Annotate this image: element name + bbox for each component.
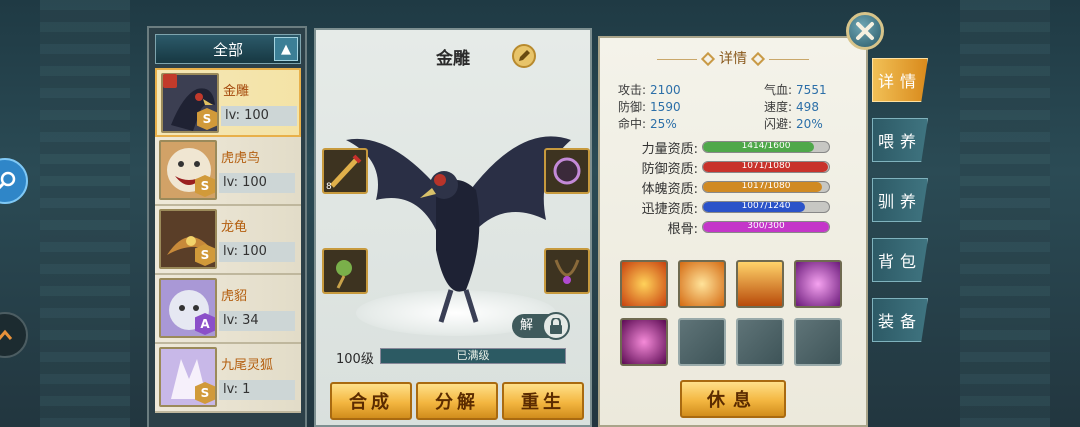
close-icon	[856, 22, 874, 40]
grade-badge: S	[197, 108, 217, 130]
aptitude-bar: 1007/1240	[702, 201, 830, 213]
tab-train[interactable]: 驯养	[872, 178, 928, 222]
grade-badge: S	[195, 175, 215, 197]
skill-claw-icon[interactable]	[620, 318, 668, 366]
pet-name: 龙龟	[221, 220, 248, 235]
aptitude-label: 根骨:	[667, 222, 698, 237]
filter-label: 全部	[212, 40, 243, 59]
pet-list: 金雕 lv: 100 S 虎虎鸟 lv: 100 S 龙龟 lv: 100 S …	[155, 68, 301, 413]
combine-button[interactable]: 合成	[330, 382, 412, 420]
side-search-button[interactable]	[0, 158, 28, 204]
aptitude-value: 300/300	[747, 221, 785, 231]
filter-dropdown[interactable]: 全部 ▲	[155, 34, 301, 64]
skill-flame-pillar-icon[interactable]	[736, 260, 784, 308]
stat-attack: 攻击: 2100	[618, 83, 681, 97]
stat-hp: 气血: 7551	[764, 83, 827, 97]
aptitude-bar: 1414/1600	[702, 141, 830, 153]
pet-display-panel: 金雕 8 解 100级 已满级 合成 分解 重生	[314, 28, 592, 427]
pet-name: 金雕	[223, 84, 250, 99]
aptitude-row: 体魄资质: 1017/1080	[618, 178, 838, 198]
unlock-label: 解	[520, 318, 534, 333]
skill-fire-burst-icon[interactable]	[620, 260, 668, 308]
edit-icon[interactable]	[512, 44, 536, 68]
pet-model-eagle	[346, 136, 571, 323]
chevron-up-icon	[0, 329, 13, 340]
level-label: 100级	[336, 352, 374, 367]
level-progress-bar: 已满级	[380, 348, 566, 364]
skill-slot-empty[interactable]	[678, 318, 726, 366]
skill-slot-empty[interactable]	[736, 318, 784, 366]
pet-level: lv: 1	[219, 380, 295, 400]
aptitude-label: 体魄资质:	[641, 182, 698, 197]
stat-speed: 速度: 498	[764, 100, 819, 114]
search-icon	[0, 171, 16, 190]
aptitude-label: 防御资质:	[641, 162, 698, 177]
grade-badge: S	[195, 382, 215, 404]
close-button[interactable]	[846, 12, 884, 50]
equip-slot-armor[interactable]	[544, 148, 590, 194]
decompose-button[interactable]: 分解	[416, 382, 498, 420]
pet-level: lv: 34	[219, 311, 295, 331]
aptitude-bar: 300/300	[702, 221, 830, 233]
aptitude-row: 力量资质: 1414/1600	[618, 138, 838, 158]
equip-slot-accessory[interactable]	[322, 248, 368, 294]
tab-equip[interactable]: 装备	[872, 298, 928, 342]
pet-name: 虎貂	[221, 289, 248, 304]
tab-feed[interactable]: 喂养	[872, 118, 928, 162]
pet-name-title: 金雕	[436, 49, 470, 69]
pet-list-item[interactable]: 九尾灵狐 lv: 1 S	[155, 344, 301, 413]
aptitude-bar: 1017/1080	[702, 181, 830, 193]
aptitude-value: 1017/1080	[741, 181, 791, 191]
aptitude-value: 1071/1080	[741, 161, 791, 171]
pet-name: 虎虎鸟	[221, 151, 261, 166]
grade-badge: A	[195, 313, 215, 335]
detail-panel: 详情 攻击: 2100 气血: 7551 防御: 1590 速度: 498 命中: 25%…	[598, 36, 868, 427]
grade-badge: S	[195, 244, 215, 266]
pet-level: lv: 100	[221, 106, 297, 126]
pet-list-panel: 全部 ▲ 金雕 lv: 100 S 虎虎鸟 lv: 100 S 龙龟 lv: 1…	[147, 26, 307, 427]
rest-button[interactable]: 休息	[680, 380, 786, 418]
stat-defense: 防御: 1590	[618, 100, 681, 114]
tab-detail[interactable]: 详情	[872, 58, 928, 102]
skill-lightning-icon[interactable]	[794, 260, 842, 308]
pet-level: lv: 100	[219, 242, 295, 262]
padlock-icon	[542, 312, 570, 340]
aptitude-value: 1007/1240	[741, 201, 791, 211]
skill-phoenix-icon[interactable]	[678, 260, 726, 308]
aptitude-label: 迅捷资质:	[641, 202, 698, 217]
pet-name: 九尾灵狐	[221, 358, 274, 373]
detail-title: 详情	[600, 48, 866, 68]
chevron-up-icon[interactable]: ▲	[274, 37, 298, 61]
stat-dodge: 闪避: 20%	[764, 117, 823, 131]
unlock-toggle[interactable]: 解	[512, 312, 570, 340]
slot-count: 8	[326, 182, 332, 192]
pet-level: lv: 100	[219, 173, 295, 193]
pet-list-item[interactable]: 虎貂 lv: 34 A	[155, 275, 301, 344]
side-arrow-button[interactable]	[0, 312, 28, 358]
pet-list-item[interactable]: 金雕 lv: 100 S	[155, 68, 301, 137]
pet-list-item[interactable]: 龙龟 lv: 100 S	[155, 206, 301, 275]
equip-slot-weapon[interactable]: 8	[322, 148, 368, 194]
aptitude-row: 根骨: 300/300	[618, 218, 838, 238]
aptitude-row: 防御资质: 1071/1080	[618, 158, 838, 178]
pet-list-item[interactable]: 虎虎鸟 lv: 100 S	[155, 137, 301, 206]
level-status: 已满级	[456, 349, 490, 362]
equip-slot-necklace[interactable]	[544, 248, 590, 294]
aptitude-row: 迅捷资质: 1007/1240	[618, 198, 838, 218]
aptitude-value: 1414/1600	[741, 141, 791, 151]
lock-icon	[163, 74, 177, 88]
aptitude-label: 力量资质:	[641, 142, 698, 157]
stat-hit: 命中: 25%	[618, 117, 677, 131]
rebirth-button[interactable]: 重生	[502, 382, 584, 420]
detail-title-text: 详情	[719, 51, 747, 67]
tab-bag[interactable]: 背包	[872, 238, 928, 282]
skill-slot-empty[interactable]	[794, 318, 842, 366]
aptitude-bar: 1071/1080	[702, 161, 830, 173]
